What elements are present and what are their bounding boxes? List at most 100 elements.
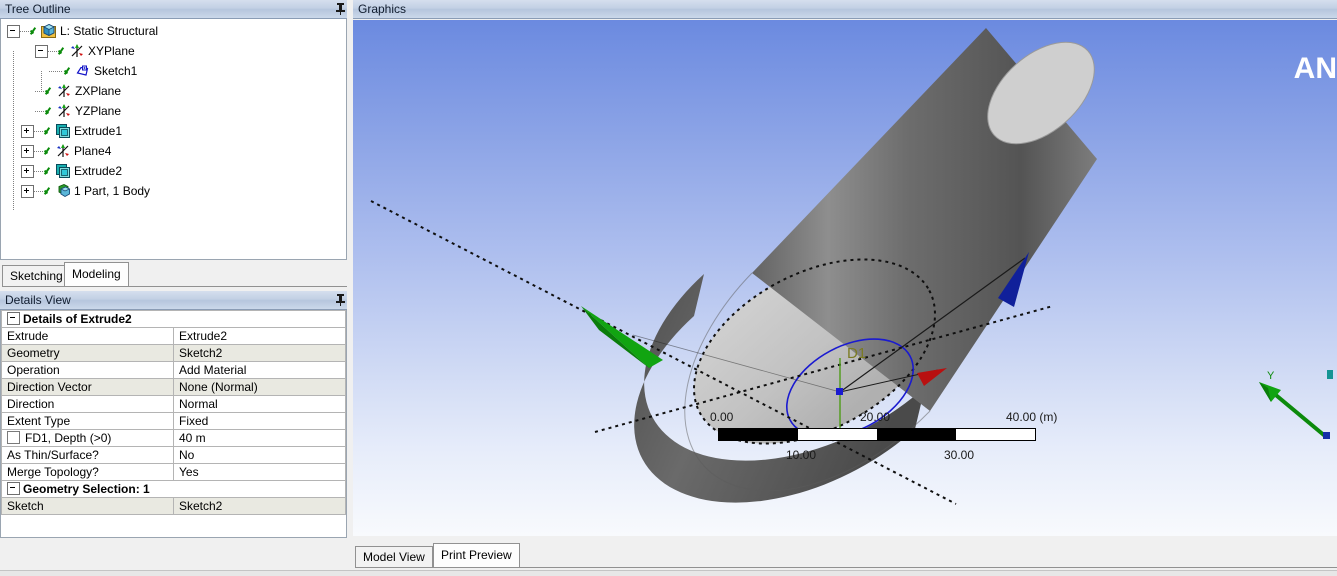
tree-outline-body[interactable]: L: Static Structural XYPlane Sketch1 ZXP… xyxy=(0,19,347,260)
table-row[interactable]: Extent Type Fixed xyxy=(1,412,346,430)
3d-viewport[interactable]: AN D1 Y 0.00 20.00 40.00 (m) 10.00 30.00 xyxy=(353,20,1337,536)
ansys-designmodeler-window: Tree Outline L: Static Structural XYPlan… xyxy=(0,0,1337,576)
check-icon xyxy=(43,126,54,137)
scale-bar: 0.00 20.00 40.00 (m) 10.00 30.00 xyxy=(708,410,1057,480)
tree-connector xyxy=(35,90,44,92)
tree-item-label: Extrude2 xyxy=(74,164,123,178)
tree-item-label: Sketch1 xyxy=(94,64,138,78)
table-row[interactable]: Direction Vector None (Normal) xyxy=(1,378,346,396)
details-property-label: FD1, Depth (>0) xyxy=(25,431,112,445)
check-icon xyxy=(43,146,54,157)
expander-plus-icon[interactable] xyxy=(21,164,34,178)
check-icon xyxy=(57,46,68,57)
expander-plus-icon[interactable] xyxy=(21,184,34,198)
tree-item-zxplane[interactable]: ZXPlane xyxy=(1,81,346,101)
tree-item-extrude1[interactable]: Extrude1 xyxy=(1,121,346,141)
details-group-row[interactable]: Geometry Selection: 1 xyxy=(1,480,346,498)
tree-item-label: YZPlane xyxy=(75,104,122,118)
graphics-titlebar: Graphics xyxy=(353,0,1337,19)
table-row[interactable]: Operation Add Material xyxy=(1,361,346,379)
tree-tab-strip: Sketching Modeling xyxy=(0,260,350,290)
details-property-value[interactable]: No xyxy=(173,446,346,464)
tab-modeling[interactable]: Modeling xyxy=(64,262,129,286)
tree-item-label: L: Static Structural xyxy=(60,24,159,38)
left-column: Tree Outline L: Static Structural XYPlan… xyxy=(0,0,350,576)
tree-connector xyxy=(34,190,43,192)
scale-label-20: 20.00 xyxy=(860,410,891,424)
expander-minus-icon[interactable] xyxy=(7,482,20,495)
details-view-body[interactable]: Details of Extrude2 Extrude Extrude2 Geo… xyxy=(0,310,347,538)
scale-label-0: 0.00 xyxy=(710,410,734,424)
details-group-row[interactable]: Details of Extrude2 xyxy=(1,310,346,328)
tree-connector xyxy=(49,70,63,72)
check-icon xyxy=(44,86,55,97)
table-row[interactable]: FD1, Depth (>0) 40 m xyxy=(1,429,346,447)
expander-plus-icon[interactable] xyxy=(21,124,34,138)
fd1-checkbox[interactable] xyxy=(7,431,20,444)
tree-item-plane4[interactable]: Plane4 xyxy=(1,141,346,161)
details-view-title: Details View xyxy=(5,292,71,307)
details-property-value[interactable]: None (Normal) xyxy=(173,378,346,396)
tree-item-label: 1 Part, 1 Body xyxy=(74,184,151,198)
pin-icon[interactable] xyxy=(334,2,346,16)
details-property-value[interactable]: Sketch2 xyxy=(173,497,346,515)
tree-item-xyplane[interactable]: XYPlane xyxy=(1,41,346,61)
tab-print-preview[interactable]: Print Preview xyxy=(433,543,520,567)
table-row[interactable]: Sketch Sketch2 xyxy=(1,497,346,515)
details-property-value[interactable]: Fixed xyxy=(173,412,346,430)
details-property-value[interactable]: Yes xyxy=(173,463,346,481)
scale-label-30: 30.00 xyxy=(944,448,975,462)
tree-item-extrude2[interactable]: Extrude2 xyxy=(1,161,346,181)
scale-segment xyxy=(877,429,956,440)
tree-connector xyxy=(20,30,29,32)
pin-glyph xyxy=(335,294,345,306)
tree-item-label: XYPlane xyxy=(88,44,135,58)
details-group-label: Details of Extrude2 xyxy=(23,312,132,326)
dimension-label-d1: D1 xyxy=(847,345,866,362)
tree-item-static-structural[interactable]: L: Static Structural xyxy=(1,21,346,41)
tree-item-sketch1[interactable]: Sketch1 xyxy=(1,61,346,81)
table-row[interactable]: As Thin/Surface? No xyxy=(1,446,346,464)
check-icon xyxy=(44,106,55,117)
details-property-value[interactable]: Add Material xyxy=(173,361,346,379)
details-property-value[interactable]: Extrude2 xyxy=(173,327,346,345)
expander-minus-icon[interactable] xyxy=(35,44,48,58)
tab-model-view[interactable]: Model View xyxy=(355,546,433,567)
scale-bar-graphic xyxy=(718,428,1036,441)
expander-minus-icon[interactable] xyxy=(7,312,20,325)
check-icon xyxy=(43,166,54,177)
details-view-titlebar: Details View xyxy=(0,291,350,310)
tree-connector xyxy=(35,110,44,112)
details-property-label: As Thin/Surface? xyxy=(1,446,174,464)
table-row[interactable]: Direction Normal xyxy=(1,395,346,413)
model-cube-icon xyxy=(41,23,57,39)
tab-sketching[interactable]: Sketching xyxy=(2,265,71,286)
sketch-icon xyxy=(75,63,91,79)
plane-axes-icon xyxy=(56,83,72,99)
details-property-value[interactable]: 40 m xyxy=(173,429,346,447)
pin-icon[interactable] xyxy=(334,293,346,307)
scale-segment xyxy=(798,429,877,440)
scale-top-labels: 0.00 20.00 40.00 (m) xyxy=(708,410,1057,426)
details-property-label: Merge Topology? xyxy=(1,463,174,481)
details-property-label: Extent Type xyxy=(1,412,174,430)
expander-plus-icon[interactable] xyxy=(21,144,34,158)
details-property-value[interactable]: Normal xyxy=(173,395,346,413)
triad-y-label: Y xyxy=(1267,370,1275,382)
table-row[interactable]: Extrude Extrude2 xyxy=(1,327,346,345)
tree-item-part-body[interactable]: 1 Part, 1 Body xyxy=(1,181,346,201)
details-group-header: Details of Extrude2 xyxy=(1,310,346,328)
details-property-value[interactable]: Sketch2 xyxy=(173,344,346,362)
details-property-label-fd1: FD1, Depth (>0) xyxy=(1,429,174,447)
details-group-label: Geometry Selection: 1 xyxy=(23,482,150,496)
tree-item-yzplane[interactable]: YZPlane xyxy=(1,101,346,121)
tree-outline-panel: Tree Outline L: Static Structural XYPlan… xyxy=(0,0,350,260)
expander-minus-icon[interactable] xyxy=(7,24,20,38)
coordinate-triad: Y xyxy=(1247,368,1333,458)
plane-axes-icon xyxy=(56,103,72,119)
details-group-header: Geometry Selection: 1 xyxy=(1,480,346,498)
table-row[interactable]: Geometry Sketch2 xyxy=(1,344,346,362)
tree-connector xyxy=(48,50,57,52)
check-icon xyxy=(63,66,74,77)
table-row[interactable]: Merge Topology? Yes xyxy=(1,463,346,481)
